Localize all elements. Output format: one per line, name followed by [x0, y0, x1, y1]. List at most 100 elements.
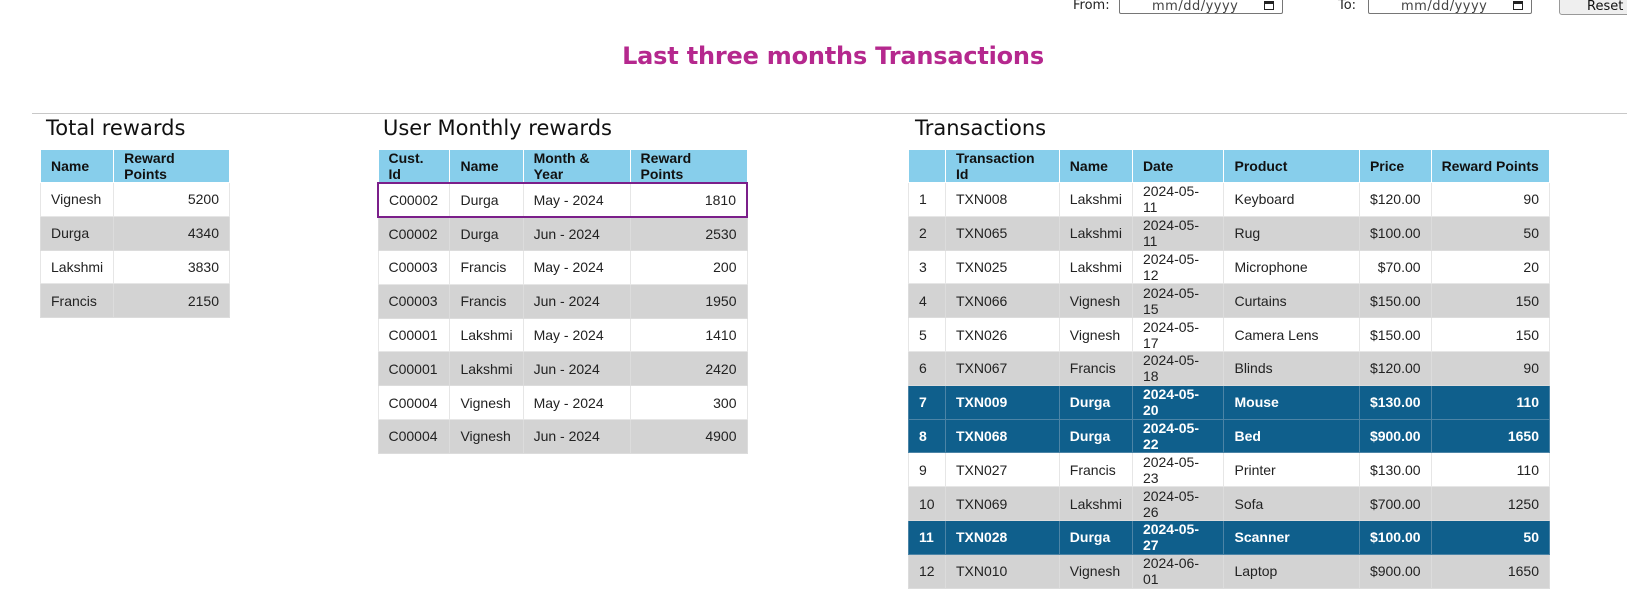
reset-button[interactable]: Reset	[1559, 0, 1627, 15]
table-cell: Francis	[449, 283, 524, 319]
table-row[interactable]: 6 TXN067 Francis 2024-05-18 Blinds $120.00 90	[908, 350, 1551, 386]
to-date-input[interactable]: mm/dd/yyyy	[1368, 0, 1532, 14]
table-row[interactable]: 4 TXN066 Vignesh 2024-05-15 Curtains $150.00 1…	[908, 283, 1551, 319]
table-row[interactable]: 9 TXN027 Francis 2024-05-23 Printer $130.00 11…	[908, 452, 1551, 488]
table-cell: Laptop	[1223, 553, 1360, 589]
table-cell: $100.00	[1358, 519, 1432, 555]
table-cell: 300	[629, 385, 748, 421]
table-cell: $120.00	[1358, 350, 1432, 386]
table-cell: 20	[1430, 249, 1551, 285]
table-row[interactable]: C00001 Lakshmi Jun - 2024 2420	[377, 351, 748, 387]
table-cell: Printer	[1223, 452, 1360, 488]
table-cell: TXN066	[944, 283, 1060, 319]
table-cell: $120.00	[1358, 182, 1432, 217]
column-header: Price	[1358, 149, 1432, 183]
table-cell: Rug	[1223, 215, 1360, 251]
table-cell: 2024-05-15	[1131, 283, 1225, 319]
table-cell: Francis	[1058, 350, 1133, 386]
column-header: Name	[39, 149, 115, 183]
table-row[interactable]: 3 TXN025 Lakshmi 2024-05-12 Microphone $70.00…	[908, 249, 1551, 285]
table-cell: Durga	[449, 216, 524, 252]
total-rewards-title: Total rewards	[46, 116, 186, 140]
table-row[interactable]: C00002 Durga Jun - 2024 2530	[377, 216, 748, 252]
table-cell: 5	[908, 317, 946, 352]
table-cell: 110	[1430, 452, 1551, 488]
column-header: Month & Year	[522, 149, 631, 184]
table-cell: Blinds	[1223, 350, 1360, 386]
table-cell: $900.00	[1358, 418, 1432, 454]
table-cell: 2024-05-17	[1131, 317, 1225, 352]
table-cell: 2024-05-11	[1131, 215, 1225, 251]
table-cell: 2024-05-27	[1131, 519, 1225, 555]
to-label: To:	[1338, 0, 1357, 13]
table-row[interactable]: 7 TXN009 Durga 2024-05-20 Mouse $130.00 110	[908, 384, 1551, 420]
table-cell: C00002	[377, 182, 451, 218]
table-cell: 2530	[629, 216, 748, 252]
table-cell: $100.00	[1358, 215, 1432, 251]
table-row[interactable]: 2 TXN065 Lakshmi 2024-05-11 Rug $100.00 50	[908, 215, 1551, 251]
table-cell: TXN028	[944, 519, 1060, 555]
table-row[interactable]: 5 TXN026 Vignesh 2024-05-17 Camera Lens $150.…	[908, 317, 1551, 352]
table-cell: Francis	[449, 250, 524, 285]
table-row[interactable]: C00002 Durga May - 2024 1810	[377, 182, 748, 218]
table-row[interactable]: C00004 Vignesh Jun - 2024 4900	[377, 419, 748, 454]
table-cell: Mouse	[1223, 384, 1360, 420]
table-row[interactable]: 10 TXN069 Lakshmi 2024-05-26 Sofa $700.00 1250	[908, 486, 1551, 521]
table-cell: TXN026	[944, 317, 1060, 352]
table-cell: 90	[1430, 350, 1551, 386]
table-row[interactable]: 11 TXN028 Durga 2024-05-27 Scanner $100.00 50	[908, 519, 1551, 555]
table-cell: 2024-05-22	[1131, 418, 1225, 454]
table-row[interactable]: Francis 2150	[39, 283, 230, 319]
table-cell: Vignesh	[449, 419, 524, 454]
table-row[interactable]: C00003 Francis Jun - 2024 1950	[377, 283, 748, 319]
table-cell: $130.00	[1358, 384, 1432, 420]
calendar-icon[interactable]	[1513, 0, 1523, 10]
table-cell: 150	[1430, 317, 1551, 352]
table-row[interactable]: C00004 Vignesh May - 2024 300	[377, 385, 748, 421]
table-cell: $70.00	[1358, 249, 1432, 285]
table-cell: Curtains	[1223, 283, 1360, 319]
table-header-row: Cust. Id Name Month & Year Reward Points	[377, 149, 748, 184]
table-cell: TXN027	[944, 452, 1060, 488]
calendar-icon[interactable]	[1264, 0, 1274, 10]
table-cell: 12	[908, 553, 946, 589]
table-header-row: Transaction Id Name Date Product Price Reward…	[908, 149, 1551, 183]
table-row[interactable]: Durga 4340	[39, 215, 230, 251]
table-cell: Vignesh	[39, 182, 115, 217]
table-row[interactable]: Lakshmi 3830	[39, 249, 230, 285]
column-header: Date	[1131, 149, 1225, 183]
table-cell: C00003	[377, 283, 451, 319]
table-cell: C00002	[377, 216, 451, 252]
table-cell: C00001	[377, 317, 451, 353]
table-cell: TXN010	[944, 553, 1060, 589]
table-cell: 2024-05-12	[1131, 249, 1225, 285]
from-label: From:	[1073, 0, 1110, 13]
table-cell: TXN065	[944, 215, 1060, 251]
table-row[interactable]: 8 TXN068 Durga 2024-05-22 Bed $900.00 1650	[908, 418, 1551, 454]
table-cell: 150	[1430, 283, 1551, 319]
table-cell: C00003	[377, 250, 451, 285]
table-cell: Lakshmi	[1058, 486, 1133, 521]
column-header: Name	[1058, 149, 1133, 183]
table-cell: Durga	[1058, 384, 1133, 420]
table-row[interactable]: 12 TXN010 Vignesh 2024-06-01 Laptop $900.00 16…	[908, 553, 1551, 589]
table-cell: 6	[908, 350, 946, 386]
table-cell: May - 2024	[522, 182, 631, 218]
table-cell: 1650	[1430, 418, 1551, 454]
table-cell: C00004	[377, 419, 451, 454]
table-cell: Durga	[1058, 519, 1133, 555]
table-cell: 2024-05-23	[1131, 452, 1225, 488]
table-cell: Durga	[449, 182, 524, 218]
table-row[interactable]: C00001 Lakshmi May - 2024 1410	[377, 317, 748, 353]
table-cell: 2420	[629, 351, 748, 387]
table-cell: 1250	[1430, 486, 1551, 521]
table-cell: 2	[908, 215, 946, 251]
table-cell: 3830	[113, 249, 230, 285]
from-date-input[interactable]: mm/dd/yyyy	[1119, 0, 1283, 14]
table-cell: Lakshmi	[449, 351, 524, 387]
table-cell: May - 2024	[522, 317, 631, 353]
table-row[interactable]: Vignesh 5200	[39, 182, 230, 217]
table-cell: C00004	[377, 385, 451, 421]
table-row[interactable]: 1 TXN008 Lakshmi 2024-05-11 Keyboard $120.00 9…	[908, 182, 1551, 217]
table-row[interactable]: C00003 Francis May - 2024 200	[377, 250, 748, 285]
